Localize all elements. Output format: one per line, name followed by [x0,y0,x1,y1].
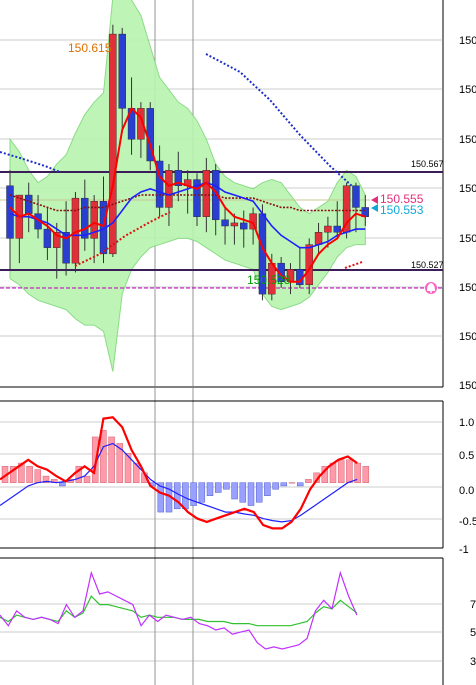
rsi-tick-label: 5 [470,627,476,639]
candle-body [43,228,52,248]
lower-line-label: 150.527 [411,260,444,270]
macd-axis: 1.0 0.5 0.0 -0.5 -1 [459,417,476,556]
candle-body [333,225,341,233]
macd-histogram-bar [272,482,279,490]
price-tick-label: 150 [459,134,476,146]
macd-tick-label: -1 [459,544,469,556]
candle-body [6,185,14,239]
price-low-label: 150.528 [247,273,291,287]
price-tick-label: 150 [459,35,476,47]
macd-histogram-bar [83,475,91,483]
macd-histogram-bar [346,459,353,483]
candle-body [118,33,126,109]
main-price-panel[interactable]: 150 150 150 150 150 150 150 150 [0,0,476,685]
macd-histogram-bar [206,482,214,496]
ask-price-label: 150.553 [380,203,424,217]
candle-body [202,170,211,217]
trading-chart[interactable]: 150 150 150 150 150 150 150 150 1.0 0.5 0.0 -0.5 -1… [0,0,476,685]
price-tick-label: 150 [459,84,476,96]
price-axis: 150 150 150 150 150 150 150 150 [459,35,476,392]
rsi-tick-label: 3 [470,656,476,668]
macd-tick-label: 0.0 [459,485,474,497]
macd-histogram-bar [239,482,247,503]
price-tick-label: 150 [459,233,476,245]
macd-tick-label: 0.5 [459,450,474,462]
price-tick-label: 150 [459,380,476,392]
macd-gridlines [0,421,443,520]
candle-body [81,197,89,239]
price-high-label: 150.615 [68,41,112,55]
macd-histogram-bar [288,482,296,484]
candle-body [165,170,173,208]
macd-histogram [1,430,370,513]
macd-histogram-bar [255,482,263,503]
macd-histogram-bar [362,466,370,483]
candle-body [352,185,360,208]
candle-body [324,225,332,233]
rsi-panel[interactable]: 7 5 3 [0,557,476,685]
macd-histogram-bar [264,482,271,496]
macd-lines [0,416,358,530]
candle-body [240,222,248,230]
candle-body [25,194,33,214]
macd-histogram-bar [223,482,230,490]
macd-histogram-bar [247,482,255,506]
price-tick-label: 150 [459,183,476,195]
macd-histogram-bar [305,479,312,483]
macd-main-line [0,416,358,530]
macd-histogram-bar [296,482,304,487]
macd-histogram-bar [280,482,288,487]
macd-histogram-bar [100,430,107,483]
macd-tick-label: 1.0 [459,417,474,429]
macd-histogram-bar [337,459,345,483]
macd-histogram-bar [182,482,189,510]
price-tick-label: 150 [459,331,476,343]
rsi-purple-line [0,570,358,650]
macd-histogram-bar [214,482,222,493]
rsi-tick-label: 7 [470,599,476,611]
macd-histogram-bar [59,482,66,487]
rsi-axis: 7 5 3 [470,599,476,668]
macd-histogram-bar [173,482,181,510]
candle-body [230,222,239,227]
candle-body [221,219,229,227]
price-tick-label: 150 [459,282,476,294]
macd-panel[interactable]: 1.0 0.5 0.0 -0.5 -1 [0,400,476,556]
rsi-lines [0,570,358,650]
macd-histogram-bar [231,482,238,500]
upper-line-label: 150.567 [411,159,444,169]
rsi-gridlines [0,603,443,662]
macd-histogram-bar [34,469,42,483]
macd-histogram-bar [198,482,206,503]
alarm-bell-icon[interactable] [425,282,437,294]
macd-tick-label: -0.5 [459,516,476,528]
candle-body [314,231,323,245]
macd-histogram-bar [26,466,33,483]
